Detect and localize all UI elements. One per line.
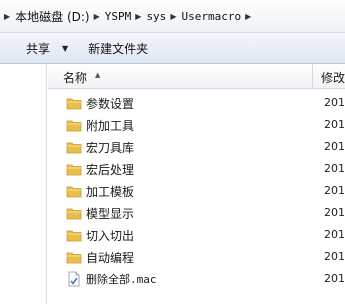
- column-divider[interactable]: [312, 64, 313, 88]
- file-date: 2016: [324, 184, 345, 197]
- breadcrumb-label: Usermacro: [181, 9, 242, 23]
- file-date: 2014: [324, 272, 345, 285]
- breadcrumb-sys[interactable]: sys ▶: [146, 10, 181, 23]
- file-name: 模型显示: [86, 207, 135, 221]
- folder-icon: [66, 164, 82, 176]
- file-date: 2016: [324, 250, 345, 263]
- share-label: 共享: [26, 41, 51, 56]
- list-item[interactable]: 切入切出 2016: [48, 224, 345, 246]
- list-item[interactable]: 宏刀具库 2017: [48, 136, 345, 158]
- folder-icon: [66, 98, 82, 110]
- file-name: 宏后处理: [86, 163, 135, 177]
- list-item[interactable]: 自动编程 2016: [48, 246, 345, 268]
- breadcrumb-drive[interactable]: 本地磁盘 (D:) ▶: [15, 8, 105, 25]
- list-item[interactable]: 删除全部.mac 2014: [48, 268, 345, 290]
- navigation-pane[interactable]: [0, 64, 47, 304]
- folder-icon: [66, 208, 82, 220]
- chevron-down-icon: ▼: [62, 43, 69, 53]
- column-header-name[interactable]: 名称: [63, 69, 87, 86]
- list-item[interactable]: 宏后处理 2016: [48, 158, 345, 180]
- file-name: 自动编程: [86, 251, 135, 265]
- file-date: 2016: [324, 228, 345, 241]
- file-date: 2016: [324, 118, 345, 131]
- breadcrumb-label: 本地磁盘 (D:): [15, 9, 90, 24]
- folder-icon: [66, 230, 82, 242]
- list-item[interactable]: 参数设置 2017: [48, 92, 345, 114]
- folder-icon: [66, 142, 82, 154]
- address-bar[interactable]: ▶ 本地磁盘 (D:) ▶ YSPM ▶ sys ▶ Usermacro ▶: [0, 0, 345, 33]
- file-date: 2014: [324, 206, 345, 219]
- macro-file-icon: [68, 271, 80, 287]
- list-item[interactable]: 加工模板 2016: [48, 180, 345, 202]
- new-folder-label: 新建文件夹: [88, 41, 149, 56]
- folder-icon: [66, 120, 82, 132]
- folder-icon: [66, 186, 82, 198]
- file-list: 参数设置 2017 附加工具 2016 宏刀具库 2017 宏后处理 2016 …: [48, 92, 345, 290]
- sort-ascending-icon: ▲: [95, 71, 101, 79]
- file-date: 2017: [324, 140, 345, 153]
- file-name: 加工模板: [86, 185, 135, 199]
- file-name: 附加工具: [86, 119, 135, 133]
- new-folder-button[interactable]: 新建文件夹: [82, 35, 154, 61]
- list-item[interactable]: 附加工具 2016: [48, 114, 345, 136]
- list-item[interactable]: 模型显示 2014: [48, 202, 345, 224]
- breadcrumb-usermacro[interactable]: Usermacro ▶: [181, 10, 256, 23]
- breadcrumb-yspm[interactable]: YSPM ▶: [105, 10, 147, 23]
- file-name: 参数设置: [86, 97, 135, 111]
- chevron-right-icon[interactable]: ▶: [170, 12, 176, 21]
- command-bar: 共享 ▼ 新建文件夹: [0, 33, 345, 64]
- file-name: 删除全部.mac: [86, 273, 157, 286]
- folder-icon: [66, 252, 82, 264]
- breadcrumb-overflow-chevron-icon[interactable]: ▶: [4, 12, 10, 21]
- column-header-date[interactable]: 修改: [321, 69, 345, 86]
- chevron-right-icon[interactable]: ▶: [135, 12, 141, 21]
- column-header: 名称 ▲ 修改: [48, 64, 345, 89]
- file-name: 宏刀具库: [86, 141, 135, 155]
- share-button[interactable]: 共享 ▼: [0, 35, 74, 61]
- chevron-right-icon[interactable]: ▶: [94, 12, 100, 21]
- breadcrumb-label: sys: [146, 9, 167, 23]
- file-name: 切入切出: [86, 229, 135, 243]
- chevron-right-icon[interactable]: ▶: [245, 12, 251, 21]
- breadcrumb-label: YSPM: [104, 9, 132, 23]
- file-date: 2016: [324, 162, 345, 175]
- file-date: 2017: [324, 96, 345, 109]
